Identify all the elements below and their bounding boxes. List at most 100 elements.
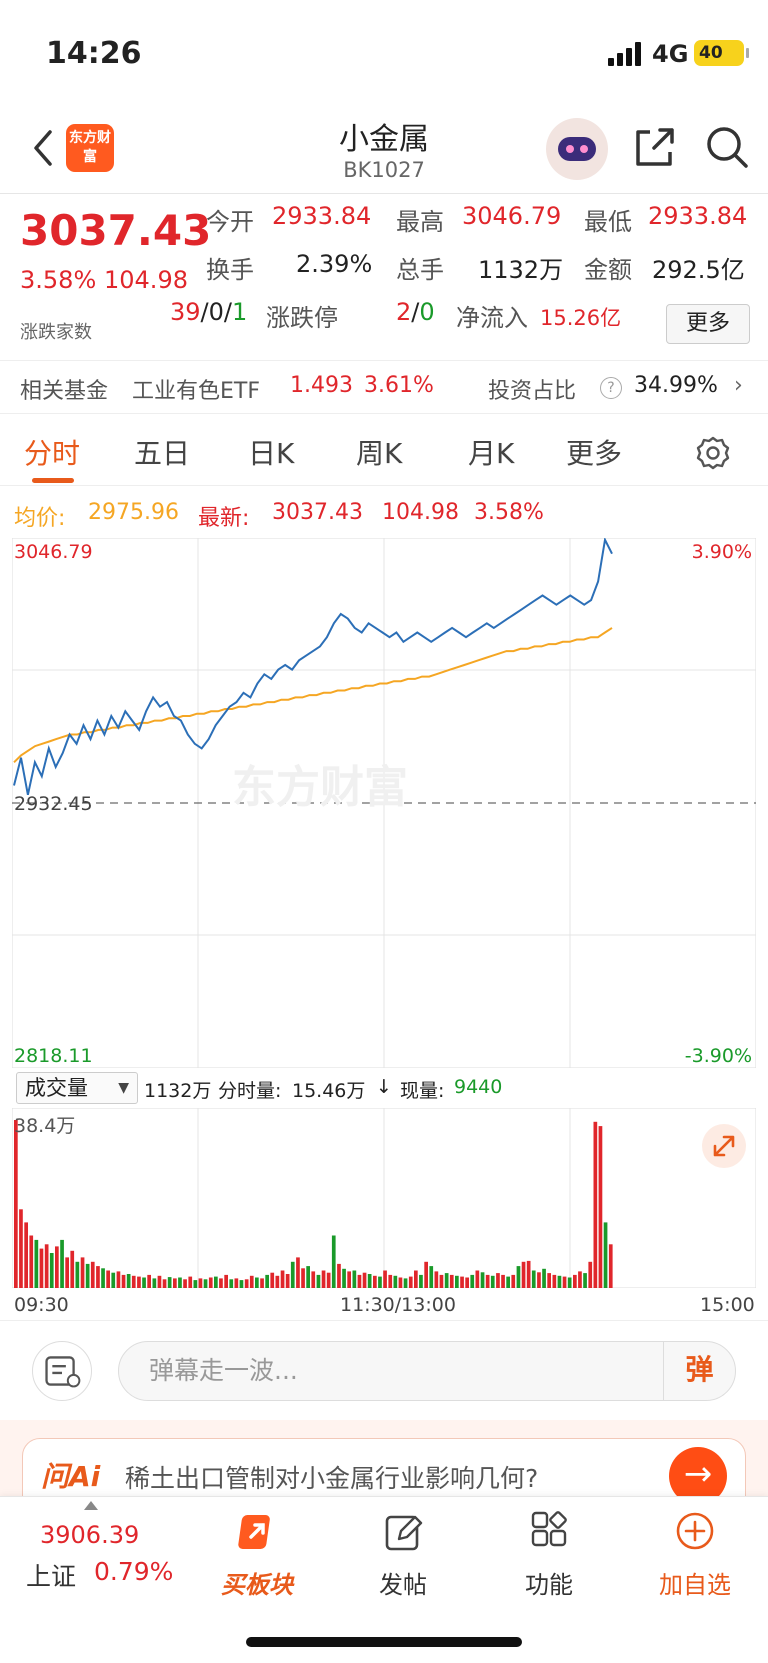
quote-panel: 3037.43 3.58% 104.98 今开 2933.84 最高 3046.…	[0, 196, 768, 358]
volume-bar	[557, 1275, 562, 1288]
nav-post[interactable]: 发帖	[348, 1507, 458, 1599]
volume-bar	[280, 1270, 285, 1288]
danmaku-send-button[interactable]: 弹	[663, 1341, 735, 1401]
volume-total: 1132万	[144, 1080, 212, 1102]
comment-list-icon[interactable]	[32, 1341, 92, 1401]
now-volume: 9440	[454, 1076, 503, 1098]
index-percent[interactable]: 0.79%	[94, 1557, 173, 1586]
high-value: 3046.79	[462, 202, 562, 230]
tab-intraday[interactable]: 分时	[24, 432, 80, 472]
volume-bar	[255, 1277, 259, 1288]
volume-bar	[101, 1268, 105, 1288]
volume-bar	[419, 1274, 423, 1288]
volume-bar	[121, 1274, 126, 1288]
volume-bar	[531, 1270, 536, 1288]
volume-bar	[39, 1248, 44, 1288]
ratio-value: 34.99%	[634, 373, 718, 398]
time-end: 15:00	[700, 1294, 755, 1316]
tab-daily-k[interactable]: 日K	[248, 432, 294, 472]
volume-bar	[583, 1273, 587, 1288]
volume-bar	[408, 1276, 413, 1288]
ai-robot-icon[interactable]	[546, 118, 608, 180]
help-icon[interactable]: ?	[600, 377, 622, 399]
change-amount: 104.98	[104, 266, 188, 294]
volume-bar	[219, 1278, 223, 1288]
latest-label: 最新:	[198, 506, 250, 531]
fund-name: 工业有色ETF	[132, 379, 260, 404]
volume-bar	[249, 1275, 254, 1288]
volume-bar	[183, 1279, 187, 1288]
index-value[interactable]: 3906.39	[40, 1521, 139, 1549]
avg-value: 2975.96	[88, 500, 179, 525]
volume-bar	[19, 1209, 23, 1288]
nav-buy-sector[interactable]: 买板块	[202, 1507, 312, 1599]
caret-up-icon[interactable]	[84, 1501, 98, 1510]
expand-icon[interactable]	[702, 1124, 746, 1168]
volume-bar	[162, 1279, 167, 1288]
index-name[interactable]: 上证	[26, 1557, 76, 1593]
nav-functions[interactable]: 功能	[494, 1507, 604, 1599]
nav-add-watchlist[interactable]: 加自选	[640, 1507, 750, 1599]
related-fund-row[interactable]: 相关基金 工业有色ETF 1.493 3.61% 投资占比 ? 34.99% ›	[0, 360, 768, 414]
gear-icon[interactable]	[694, 434, 732, 472]
volume-bar	[511, 1274, 516, 1288]
volume-bar	[603, 1222, 608, 1288]
volume-bar	[362, 1272, 367, 1288]
volume-bar	[393, 1275, 398, 1288]
volume-bar	[208, 1277, 213, 1288]
volume-bar	[567, 1277, 572, 1288]
volume-bar	[455, 1275, 459, 1288]
fund-price: 1.493	[290, 373, 353, 398]
danmaku-input[interactable]: 弹幕走一波... 弹	[118, 1341, 736, 1401]
volume-bar	[367, 1274, 372, 1288]
volume-bar	[193, 1280, 198, 1288]
volume-bar	[547, 1273, 551, 1288]
watermark: 东方财富	[232, 762, 408, 813]
chevron-right-icon[interactable]: ›	[734, 373, 743, 398]
volume-bar	[388, 1274, 393, 1288]
open-label: 今开	[206, 208, 254, 236]
intraday-price-chart[interactable]: 东方财富 3046.79 2932.45 2818.11 3.90% -3.90…	[12, 538, 756, 1068]
tab-five-day[interactable]: 五日	[134, 432, 190, 472]
volume-bar	[173, 1278, 177, 1288]
share-icon[interactable]	[632, 124, 678, 170]
volume-bar	[573, 1274, 577, 1288]
volume-bar	[357, 1274, 362, 1288]
volume-bar	[80, 1257, 85, 1288]
add-circle-icon	[676, 1512, 714, 1550]
volume-bar	[178, 1277, 182, 1288]
volume-bar	[490, 1275, 495, 1288]
volume-bar	[562, 1276, 567, 1288]
volume-bar	[90, 1261, 95, 1288]
fund-label: 相关基金	[20, 379, 109, 404]
volume-bar	[352, 1270, 357, 1288]
volume-bar	[188, 1276, 193, 1288]
volume-bar	[321, 1270, 326, 1288]
volume-bar	[480, 1272, 485, 1288]
tab-monthly-k[interactable]: 月K	[468, 432, 514, 472]
ai-banner: 问Ai 稀土出口管制对小金属行业影响几何? →	[0, 1420, 768, 1514]
indicator-dropdown[interactable]: 成交量 ▼	[16, 1072, 138, 1104]
volume-bar	[593, 1121, 598, 1288]
volume-bar	[342, 1268, 346, 1288]
volume-bar	[378, 1276, 382, 1288]
header: 东方财富 小金属 BK1027	[0, 110, 768, 194]
tab-weekly-k[interactable]: 周K	[356, 432, 402, 472]
minute-volume: 15.46万	[292, 1080, 366, 1102]
status-bar: 14:26 4G 40	[0, 0, 768, 110]
volume-bar	[44, 1244, 49, 1288]
volume-chart[interactable]: 38.4万	[12, 1108, 756, 1288]
more-button[interactable]: 更多	[666, 304, 750, 344]
ratio-label: 投资占比	[488, 379, 577, 404]
volume-bar	[460, 1276, 464, 1288]
volume-bar	[444, 1273, 449, 1288]
volume-bar	[537, 1272, 541, 1288]
volume-bar	[85, 1263, 90, 1288]
caret-down-icon: ▼	[118, 1080, 129, 1096]
search-icon[interactable]	[704, 124, 750, 170]
tab-more[interactable]: 更多	[566, 432, 622, 472]
breadth-values: 39/0/1	[170, 298, 248, 326]
volume-bar	[126, 1274, 131, 1288]
volume-bar	[275, 1275, 280, 1288]
volume-bar	[234, 1278, 239, 1288]
